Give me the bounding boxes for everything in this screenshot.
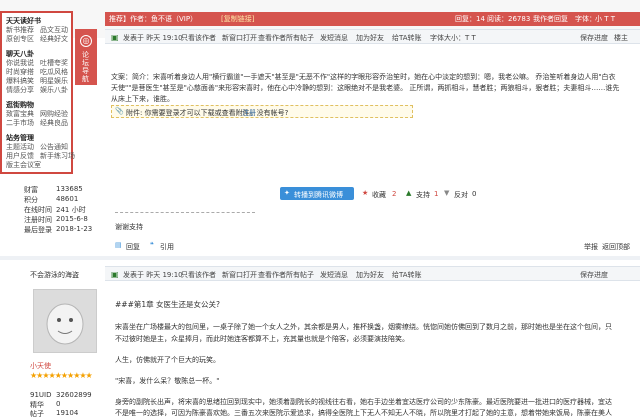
post2-all-posts[interactable]: 查看作者所有帖子 — [258, 270, 314, 280]
post-icon: ▣ — [111, 270, 119, 279]
post1-new-window[interactable]: 新窗口打开 — [222, 33, 257, 43]
stat-label: 最后登录 — [24, 226, 52, 234]
stat-value: 32602899 — [56, 391, 92, 399]
author-reply-link[interactable]: 我作者回复 — [533, 14, 568, 24]
thumbs-down-icon: ▼ — [444, 189, 450, 197]
stat-label: 帖子 — [30, 410, 44, 418]
post1-time: 发表于 昨天 19:10 — [123, 34, 183, 42]
read-count: 阅读：26783 — [487, 15, 531, 23]
reply-icon: ▤ — [115, 241, 122, 249]
stat-label: 积分 — [24, 196, 38, 204]
post1-body-line3: 从床上下来，谁胜。 — [111, 95, 174, 103]
stat-label: 在线时间 — [24, 206, 52, 214]
stat-label: 91UID — [30, 391, 52, 399]
chapter-title: ###第1章 女医生还是女公关? — [115, 300, 220, 309]
quote-button[interactable]: 引用 — [160, 242, 174, 252]
post2-add-friend[interactable]: 加为好友 — [356, 270, 384, 280]
post2-para-line: "宋喜，发什么呆？敬陈总一杯。" — [115, 377, 220, 385]
post2-send-msg[interactable]: 发短消息 — [320, 270, 348, 280]
collect-count: 2 — [392, 190, 397, 198]
font-label: 字体： — [575, 15, 596, 23]
font-size-switch[interactable]: 小 T T — [595, 14, 615, 24]
thumbs-up-icon: ▲ — [406, 189, 412, 197]
share-weibo-button[interactable]: ✦ 转播到腾讯微博 — [280, 187, 354, 200]
rank-stars: ★★★★★★★★★★ — [30, 371, 93, 380]
against-button[interactable]: 反对 — [454, 190, 468, 200]
menu-item-moderator[interactable]: 版主会议室 — [6, 160, 41, 170]
attachment-register-link[interactable]: 注册 — [242, 108, 256, 118]
menu-item-practice[interactable]: 新手练习场 — [40, 151, 75, 161]
post1-floor: 楼主 — [614, 34, 628, 42]
post-icon: ▣ — [111, 33, 119, 42]
post2-para-line: 人生，仿佛就开了个巨大的玩笑。 — [115, 356, 220, 364]
forum-nav-tab-label: 论坛导航 — [82, 51, 89, 83]
post2-para-line: 不过彼时她是主，众星捧月，而此时她连客都算不上，充其量也就是个陪客，必须要演技陪… — [115, 335, 409, 343]
menu-item-emotion[interactable]: 情感分享 — [6, 85, 34, 95]
menu-item-second-hand[interactable]: 二手市场 — [6, 118, 34, 128]
user2-group: 小天使 — [30, 362, 51, 370]
menu-item-good-goods[interactable]: 经典良品 — [40, 118, 68, 128]
post1-send-msg[interactable]: 发短消息 — [320, 33, 348, 43]
post2-para-line: 宋喜坐在广场楼最大的包间里，一桌子除了她一个女人之外，其余都是男人，推杯换盏，烟… — [115, 323, 612, 331]
post2-new-window[interactable]: 新窗口打开 — [222, 270, 257, 280]
report-link[interactable]: 举报 — [584, 242, 598, 252]
attachment-icon: 📎 — [115, 107, 124, 115]
stat-label: 财富 — [24, 186, 38, 194]
post1-body-line1: 文案：简介：宋喜听着身边人用"横行霸道"一手遮天"甚至是"无恶不作"这样的字眼形… — [111, 73, 616, 81]
support-count: 1 — [434, 190, 439, 198]
signature-divider — [115, 212, 255, 213]
stat-value: 0 — [56, 400, 61, 408]
menu-item-classic[interactable]: 经典好文 — [40, 34, 68, 44]
post-separator — [0, 256, 640, 260]
post1-view-author[interactable]: 只看该作者 — [181, 33, 216, 43]
stat-value: 19104 — [56, 409, 79, 417]
collect-icon: ★ — [362, 189, 369, 197]
post2-save-progress[interactable]: 保存进度 — [580, 270, 608, 280]
thread-title-bar: 推荐】作者：鱼不语（VIP） [复制链接] 回复：14 阅读：26783 我作者… — [105, 12, 640, 26]
against-count: 0 — [472, 190, 477, 198]
stat-value: 2018-1-23 — [56, 225, 93, 233]
user2-name[interactable]: 不会游泳的海盗 — [30, 270, 79, 280]
reply-count: 回复：14 — [455, 15, 485, 23]
stat-label: 注册时间 — [24, 216, 52, 224]
copy-link-button[interactable]: [复制链接] — [221, 14, 254, 24]
attachment-notice: 📎 附件: 你需要登录才可以下载或查看附件。没有帐号? 注册 — [111, 105, 413, 118]
back-to-top-link[interactable]: 返回顶部 — [602, 242, 630, 252]
support-button[interactable]: 支持 — [416, 190, 430, 200]
quote-icon: ❝ — [150, 241, 154, 249]
forum-nav-tab[interactable]: ◎ 论坛导航 — [75, 29, 97, 85]
post1-save-progress[interactable]: 保存进度 — [580, 33, 608, 43]
thread-title: 推荐】作者：鱼不语（VIP） — [109, 15, 198, 23]
attachment-text: 附件: 你需要登录才可以下载或查看附件。没有帐号? — [126, 109, 289, 117]
menu-item-original[interactable]: 原创专区 — [6, 34, 34, 44]
avatar[interactable] — [33, 289, 97, 353]
post2-para-line: 身旁的副院长出声，将宋喜的思绪拉回到现实中，她须着副院长的视线往右看，她右手边坐… — [115, 398, 612, 406]
post1-author-stats: 财富 133685 积分 48601 在线时间 241 小时 注册时间 2015… — [24, 180, 94, 234]
signature-text: 谢谢支持 — [115, 223, 143, 231]
post1-add-friend[interactable]: 加为好友 — [356, 33, 384, 43]
share-icon: ✦ — [284, 189, 290, 197]
forum-logo-icon: ◎ — [80, 35, 92, 47]
reply-button[interactable]: 回复 — [126, 242, 140, 252]
post2-time: 发表于 昨天 19:10 — [123, 271, 183, 279]
menu-item-entertain[interactable]: 娱乐八卦 — [40, 85, 68, 95]
post1-all-posts[interactable]: 查看作者所有帖子 — [258, 33, 314, 43]
stat-value: 241 小时 — [56, 206, 86, 214]
forum-nav-menu: 天天读好书 新书推荐 品文互动 原创专区 经典好文 聊天八卦 你说我说 吐槽夸奖… — [0, 11, 75, 174]
collect-button[interactable]: 收藏 — [372, 190, 386, 200]
post2-ta[interactable]: 给TA转账 — [392, 270, 422, 280]
avatar-image-icon — [34, 290, 96, 352]
share-label: 转播到腾讯微博 — [294, 191, 343, 199]
post1-ta[interactable]: 给TA转账 — [392, 33, 422, 43]
post1-font-size[interactable]: 字体大小：T T — [430, 33, 476, 43]
post2-view-author[interactable]: 只看该作者 — [181, 270, 216, 280]
stat-value: 133685 — [56, 185, 83, 193]
post1-body-line2: 天使""是菩医生"甚至是"心慈面善"来形容宋喜时，他在心中冷静的想到：这眼绝对不… — [111, 84, 620, 92]
stat-value: 48601 — [56, 195, 79, 203]
stat-value: 2015-6-8 — [56, 215, 88, 223]
